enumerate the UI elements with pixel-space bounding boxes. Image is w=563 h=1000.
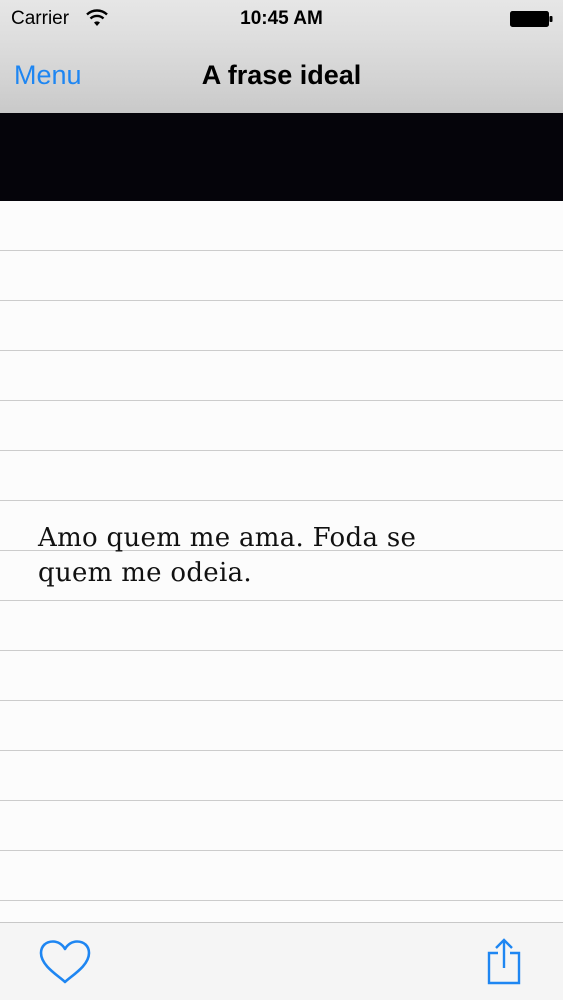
- navigation-bar: A frase ideal Menu: [0, 38, 563, 113]
- bottom-toolbar: [0, 922, 563, 1000]
- share-icon[interactable]: [486, 937, 522, 985]
- quote-line: Amo quem me ama. Foda se: [38, 523, 417, 553]
- status-time: 10:45 AM: [240, 8, 323, 29]
- battery-full-icon: [510, 11, 553, 27]
- page-title: A frase ideal: [201, 60, 362, 90]
- quote-text: Amo quem me ama. Foda se quem me odeia.: [38, 521, 528, 591]
- quote-line: quem me odeia.: [38, 558, 252, 588]
- lined-paper-background: Amo quem me ama. Foda se quem me odeia.: [0, 201, 563, 922]
- heart-icon[interactable]: [38, 939, 92, 985]
- menu-button[interactable]: Menu: [14, 58, 82, 92]
- banner-area: [0, 113, 563, 201]
- status-bar: Carrier 10:45 AM: [0, 0, 563, 38]
